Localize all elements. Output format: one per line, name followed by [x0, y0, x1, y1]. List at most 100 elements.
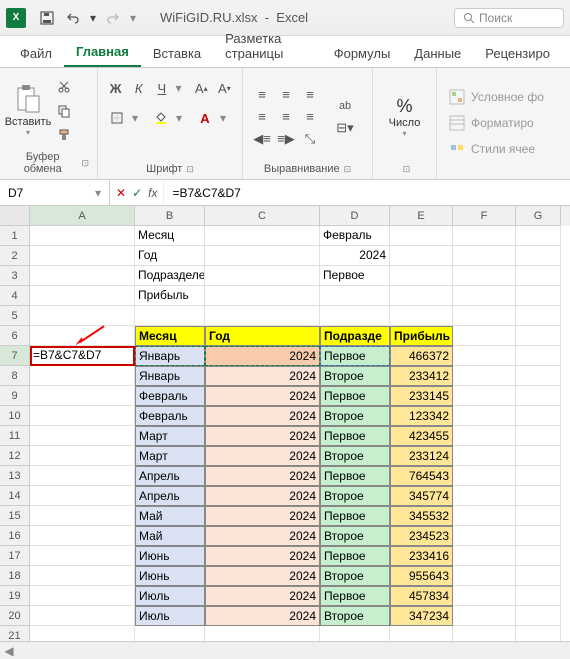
cell-F18[interactable]	[453, 566, 516, 586]
font-expand[interactable]: ⊡	[186, 164, 194, 175]
cell-G3[interactable]	[516, 266, 561, 286]
cell-F2[interactable]	[453, 246, 516, 266]
cell-B17[interactable]: Июнь	[135, 546, 205, 566]
merge-center[interactable]: ⊟▾	[333, 118, 357, 138]
cell-E16[interactable]: 234523	[390, 526, 453, 546]
cell-B15[interactable]: Май	[135, 506, 205, 526]
search-input[interactable]: Поиск	[454, 8, 564, 28]
formula-input[interactable]: =B7&C7&D7	[164, 180, 570, 205]
conditional-formatting[interactable]: Условное фо	[445, 87, 562, 107]
cell-C9[interactable]: 2024	[205, 386, 320, 406]
cell-B9[interactable]: Февраль	[135, 386, 205, 406]
col-header-B[interactable]: B	[135, 206, 205, 226]
row-header[interactable]: 3	[0, 266, 30, 286]
cell-D9[interactable]: Первое	[320, 386, 390, 406]
cell-G2[interactable]	[516, 246, 561, 266]
cell-A1[interactable]	[30, 226, 135, 246]
cell-A12[interactable]	[30, 446, 135, 466]
cell-B11[interactable]: Март	[135, 426, 205, 446]
cell-E6[interactable]: Прибыль	[390, 326, 453, 346]
align-left[interactable]: ≡	[251, 107, 273, 127]
undo-button[interactable]	[62, 7, 84, 29]
cell-A6[interactable]	[30, 326, 135, 346]
col-header-D[interactable]: D	[320, 206, 390, 226]
col-header-E[interactable]: E	[390, 206, 453, 226]
row-header[interactable]: 7	[0, 346, 30, 366]
col-header-G[interactable]: G	[516, 206, 561, 226]
cell-D2[interactable]: 2024	[320, 246, 390, 266]
cell-C10[interactable]: 2024	[205, 406, 320, 426]
cell-G4[interactable]	[516, 286, 561, 306]
cell-G16[interactable]	[516, 526, 561, 546]
row-header[interactable]: 1	[0, 226, 30, 246]
row-header[interactable]: 13	[0, 466, 30, 486]
cell-D11[interactable]: Первое	[320, 426, 390, 446]
cell-D17[interactable]: Первое	[320, 546, 390, 566]
cell-F10[interactable]	[453, 406, 516, 426]
cell-E9[interactable]: 233145	[390, 386, 453, 406]
cell-C3[interactable]	[205, 266, 320, 286]
cell-E15[interactable]: 345532	[390, 506, 453, 526]
cell-B20[interactable]: Июль	[135, 606, 205, 626]
cell-G18[interactable]	[516, 566, 561, 586]
cell-G10[interactable]	[516, 406, 561, 426]
cell-G1[interactable]	[516, 226, 561, 246]
qat-customize[interactable]: ▾	[128, 7, 138, 29]
cell-B10[interactable]: Февраль	[135, 406, 205, 426]
tab-insert[interactable]: Вставка	[141, 40, 213, 67]
cell-F19[interactable]	[453, 586, 516, 606]
cell-D20[interactable]: Второе	[320, 606, 390, 626]
orientation[interactable]: ⤡	[299, 129, 321, 149]
cell-B12[interactable]: Март	[135, 446, 205, 466]
cell-G8[interactable]	[516, 366, 561, 386]
cell-E13[interactable]: 764543	[390, 466, 453, 486]
row-header[interactable]: 9	[0, 386, 30, 406]
cell-G11[interactable]	[516, 426, 561, 446]
align-middle[interactable]: ≡	[275, 85, 297, 105]
cell-D8[interactable]: Второе	[320, 366, 390, 386]
cell-E8[interactable]: 233412	[390, 366, 453, 386]
cell-C6[interactable]: Год	[205, 326, 320, 346]
cell-C15[interactable]: 2024	[205, 506, 320, 526]
cell-C14[interactable]: 2024	[205, 486, 320, 506]
tab-review[interactable]: Рецензиро	[473, 40, 562, 67]
row-header[interactable]: 18	[0, 566, 30, 586]
row-header[interactable]: 16	[0, 526, 30, 546]
cell-B7[interactable]: Январь	[135, 346, 205, 366]
font-color-dropdown[interactable]: ▾	[220, 111, 234, 125]
cell-E18[interactable]: 955643	[390, 566, 453, 586]
col-header-A[interactable]: A	[30, 206, 135, 226]
col-header-F[interactable]: F	[453, 206, 516, 226]
underline-button[interactable]: Ч	[152, 78, 171, 98]
cell-D16[interactable]: Второе	[320, 526, 390, 546]
cell-C11[interactable]: 2024	[205, 426, 320, 446]
align-bottom[interactable]: ≡	[299, 85, 321, 105]
cell-G6[interactable]	[516, 326, 561, 346]
cell-G5[interactable]	[516, 306, 561, 326]
cell-F5[interactable]	[453, 306, 516, 326]
cell-E5[interactable]	[390, 306, 453, 326]
tab-formulas[interactable]: Формулы	[322, 40, 403, 67]
cell-F8[interactable]	[453, 366, 516, 386]
cell-D13[interactable]: Первое	[320, 466, 390, 486]
row-header[interactable]: 20	[0, 606, 30, 626]
paste-button[interactable]: Вставить ▾	[8, 72, 48, 149]
cell-A4[interactable]	[30, 286, 135, 306]
cut-button[interactable]	[54, 77, 74, 97]
row-header[interactable]: 19	[0, 586, 30, 606]
row-header[interactable]: 14	[0, 486, 30, 506]
cell-B4[interactable]: Прибыль	[135, 286, 205, 306]
cell-F11[interactable]	[453, 426, 516, 446]
tab-file[interactable]: Файл	[8, 40, 64, 67]
cell-B13[interactable]: Апрель	[135, 466, 205, 486]
cell-B19[interactable]: Июль	[135, 586, 205, 606]
cell-G17[interactable]	[516, 546, 561, 566]
cell-B14[interactable]: Апрель	[135, 486, 205, 506]
cell-E10[interactable]: 123342	[390, 406, 453, 426]
cell-D7[interactable]: Первое	[320, 346, 390, 366]
number-format[interactable]: % Число ▾	[389, 96, 421, 138]
cell-D14[interactable]: Второе	[320, 486, 390, 506]
cell-C17[interactable]: 2024	[205, 546, 320, 566]
cell-D4[interactable]	[320, 286, 390, 306]
cell-A3[interactable]	[30, 266, 135, 286]
